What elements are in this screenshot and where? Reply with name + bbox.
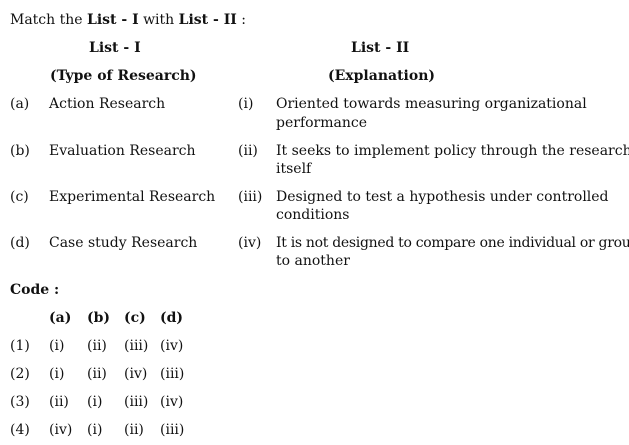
list2-item-ii-line2: itself <box>276 161 312 177</box>
option-2-value-a: (i) <box>49 366 65 382</box>
list1-title: List - I <box>89 40 141 56</box>
list2-item-ii-line1: It seeks to implement policy through the… <box>276 143 629 159</box>
option-3-value-b: (i) <box>87 394 103 410</box>
option-4-number: (4) <box>10 422 30 438</box>
code-header-c: (c) <box>124 310 146 326</box>
list2-item-iii-line2: conditions <box>276 207 350 223</box>
list1-label-b: (b) <box>10 143 30 159</box>
code-title: Code : <box>10 282 60 298</box>
code-header-d: (d) <box>160 310 184 326</box>
instruction-middle: with <box>138 12 179 28</box>
option-4-value-c: (ii) <box>124 422 144 438</box>
instruction-list1: List - I <box>87 12 139 28</box>
list1-label-d: (d) <box>10 235 30 251</box>
option-1-value-b: (ii) <box>87 338 107 354</box>
list1-label-a: (a) <box>10 96 30 112</box>
list1-item-c: Experimental Research <box>49 189 216 205</box>
option-1-value-d: (iv) <box>160 338 184 354</box>
list2-item-i-line2: performance <box>276 115 368 131</box>
code-header-a: (a) <box>49 310 72 326</box>
list2-label-i: (i) <box>238 96 254 112</box>
option-3-value-a: (ii) <box>49 394 69 410</box>
list1-label-c: (c) <box>10 189 29 205</box>
instruction-list2: List - II <box>178 12 237 28</box>
list1-item-a: Action Research <box>49 96 166 112</box>
list2-item-iii-line1: Designed to test a hypothesis under cont… <box>276 189 609 205</box>
option-4-value-a: (iv) <box>49 422 73 438</box>
option-3-number: (3) <box>10 394 30 410</box>
option-2-value-b: (ii) <box>87 366 107 382</box>
list2-label-iv: (iv) <box>238 235 262 251</box>
list2-label-ii: (ii) <box>238 143 258 159</box>
list2-label-iii: (iii) <box>238 189 263 205</box>
option-1-number: (1) <box>10 338 30 354</box>
code-header-b: (b) <box>87 310 111 326</box>
list2-item-iv-line2: to another <box>276 253 350 269</box>
instruction-prefix: Match the <box>10 12 87 28</box>
option-2-value-c: (iv) <box>124 366 148 382</box>
option-1-value-a: (i) <box>49 338 65 354</box>
option-4-value-d: (iii) <box>160 422 185 438</box>
option-3-value-d: (iv) <box>160 394 184 410</box>
list1-item-d: Case study Research <box>49 235 198 251</box>
option-2-value-d: (iii) <box>160 366 185 382</box>
option-1-value-c: (iii) <box>124 338 149 354</box>
list2-item-i-line1: Oriented towards measuring organizationa… <box>276 96 587 112</box>
list1-subtitle: (Type of Research) <box>50 68 197 84</box>
list2-subtitle: (Explanation) <box>328 68 435 84</box>
instruction-suffix: : <box>236 12 246 28</box>
option-4-value-b: (i) <box>87 422 103 438</box>
list2-title: List - II <box>351 40 410 56</box>
question-instruction: Match the List - I with List - II : <box>10 12 246 29</box>
option-3-value-c: (iii) <box>124 394 149 410</box>
list2-item-iv-line1: It is not designed to compare one indivi… <box>276 235 629 251</box>
list1-item-b: Evaluation Research <box>49 143 196 159</box>
option-2-number: (2) <box>10 366 30 382</box>
